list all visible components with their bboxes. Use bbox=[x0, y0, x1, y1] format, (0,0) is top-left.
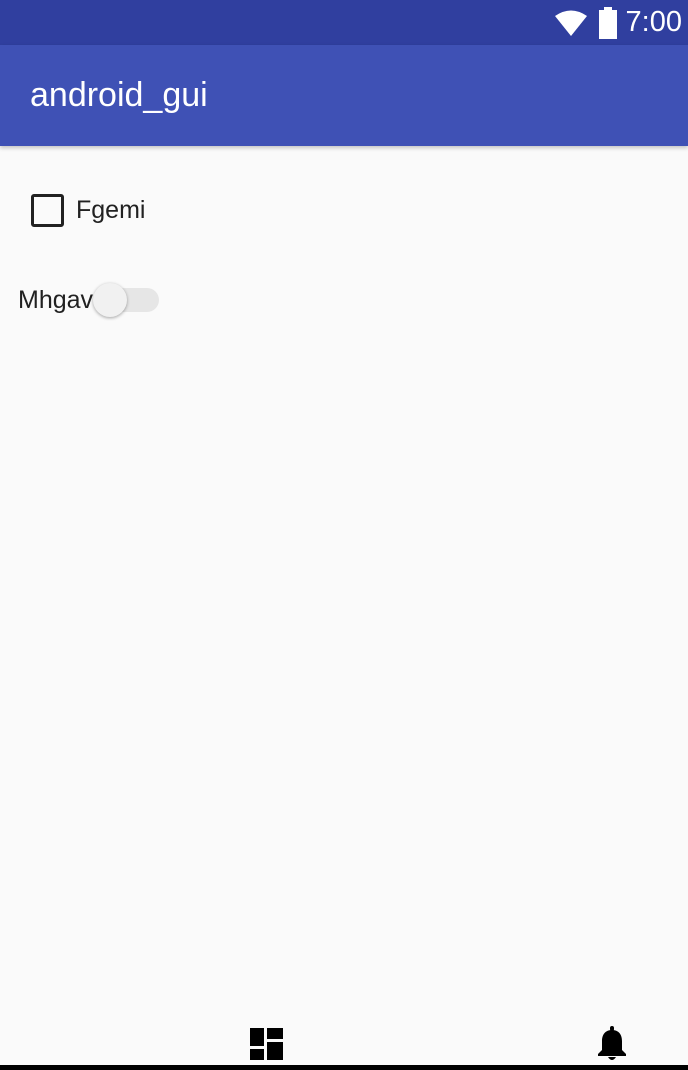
switch-mhgav[interactable]: Mhgav bbox=[18, 281, 160, 319]
status-icons: 7:00 bbox=[554, 0, 682, 45]
notifications-bell-icon[interactable] bbox=[596, 1026, 628, 1062]
app-title: android_gui bbox=[30, 76, 208, 114]
status-bar: 7:00 bbox=[0, 0, 688, 45]
checkbox-box[interactable] bbox=[31, 194, 64, 227]
checkbox-label: Fgemi bbox=[76, 196, 146, 224]
dashboard-icon[interactable] bbox=[250, 1028, 283, 1060]
wifi-icon bbox=[554, 10, 587, 36]
switch-thumb[interactable] bbox=[93, 283, 128, 317]
battery-icon bbox=[598, 6, 617, 39]
switch-label: Mhgav bbox=[18, 285, 94, 314]
status-time: 7:00 bbox=[625, 6, 682, 38]
bottom-navigation bbox=[0, 1010, 688, 1070]
app-bar: android_gui bbox=[0, 45, 688, 146]
checkbox-fgemi[interactable]: Fgemi bbox=[31, 194, 145, 227]
toggle-switch[interactable] bbox=[93, 281, 160, 319]
bottom-divider bbox=[0, 1065, 688, 1070]
